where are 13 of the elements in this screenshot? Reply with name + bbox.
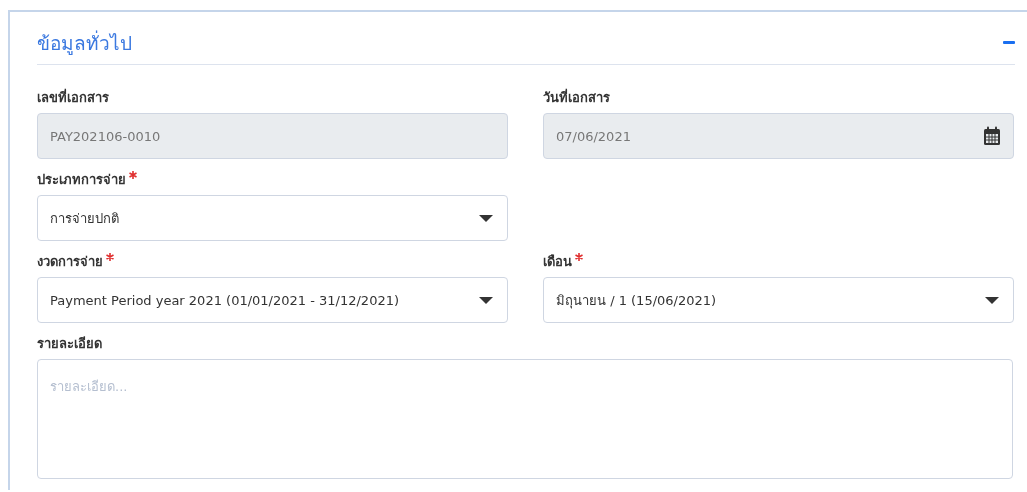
field-label: งวดการจ่าย [37,253,103,271]
field-label: เลขที่เอกสาร [37,87,109,107]
section-title: ข้อมูลทั่วไป [37,29,132,57]
caret-icon [985,296,999,304]
field-label: วันที่เอกสาร [543,87,610,107]
field-label: รายละเอียด [37,335,102,353]
caret-icon [479,296,493,304]
dropdown[interactable]: มิถุนายน / 1 (15/06/2021) [543,277,1014,323]
field-label: เดือน [543,253,572,271]
dropdown[interactable]: การจ่ายปกติ [37,195,508,241]
field-label: ประเภทการจ่าย [37,171,126,189]
dropdown[interactable]: Payment Period year 2021 (01/01/2021 - 31/12/2021) [37,277,508,323]
caret-icon [479,214,493,222]
